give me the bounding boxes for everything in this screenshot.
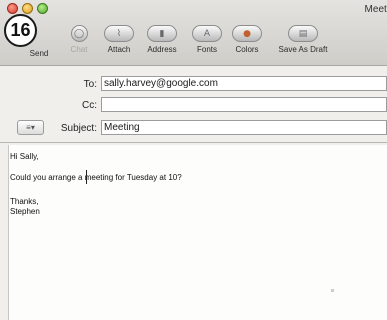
close-window-button[interactable] [7, 3, 18, 14]
step-callout-badge: 16 [4, 14, 37, 47]
body-line-greeting: Hi Sally, [10, 152, 39, 161]
colors-button[interactable]: ● Colors [230, 25, 264, 54]
save-as-draft-button[interactable]: ▤ Save As Draft [270, 25, 336, 54]
window-title: Meeti [364, 4, 387, 15]
chat-button-label: Chat [70, 45, 88, 54]
attach-button-label: Attach [107, 45, 131, 54]
fonts-button[interactable]: A Fonts [190, 25, 224, 54]
body-line-request: Could you arrange a meeting for Tuesday … [10, 173, 182, 182]
subject-label: Subject: [60, 123, 97, 134]
attach-button[interactable]: ⌇ Attach [102, 25, 136, 54]
send-button-label: Send [29, 49, 49, 58]
address-button[interactable]: ▮ Address [143, 25, 181, 54]
toolbar: Meeti 16 Send ◯ Chat ⌇ Attach ▮ Address [0, 0, 387, 66]
body-line-signature: Stephen [10, 207, 40, 216]
cc-field[interactable] [101, 97, 387, 112]
send-button[interactable]: Send [24, 49, 54, 58]
save-as-draft-button-label: Save As Draft [278, 45, 328, 54]
text-cursor [86, 170, 87, 184]
address-button-label: Address [147, 45, 177, 54]
minimize-window-button[interactable] [22, 3, 33, 14]
color-wheel-icon: ● [232, 25, 262, 42]
body-line-closing: Thanks, [10, 197, 39, 206]
message-body[interactable] [8, 145, 387, 320]
zoom-window-button[interactable] [37, 3, 48, 14]
to-field[interactable]: sally.harvey@google.com [101, 76, 387, 91]
cc-label: Cc: [82, 100, 97, 111]
save-draft-icon: ▤ [288, 25, 318, 42]
fonts-icon: A [192, 25, 222, 42]
header-fields-menu-button[interactable]: ≡▾ [17, 120, 44, 135]
chat-button[interactable]: ◯ Chat [67, 25, 91, 54]
fonts-button-label: Fonts [196, 45, 217, 54]
paperclip-icon: ⌇ [104, 25, 134, 42]
compose-window: Meeti 16 Send ◯ Chat ⌇ Attach ▮ Address [0, 0, 387, 320]
subject-field[interactable]: Meeting [101, 120, 387, 135]
header-divider [0, 142, 387, 143]
address-book-icon: ▮ [147, 25, 177, 42]
colors-button-label: Colors [235, 45, 259, 54]
scroll-indicator [331, 289, 334, 292]
to-label: To: [83, 79, 97, 90]
chat-icon: ◯ [70, 25, 88, 42]
